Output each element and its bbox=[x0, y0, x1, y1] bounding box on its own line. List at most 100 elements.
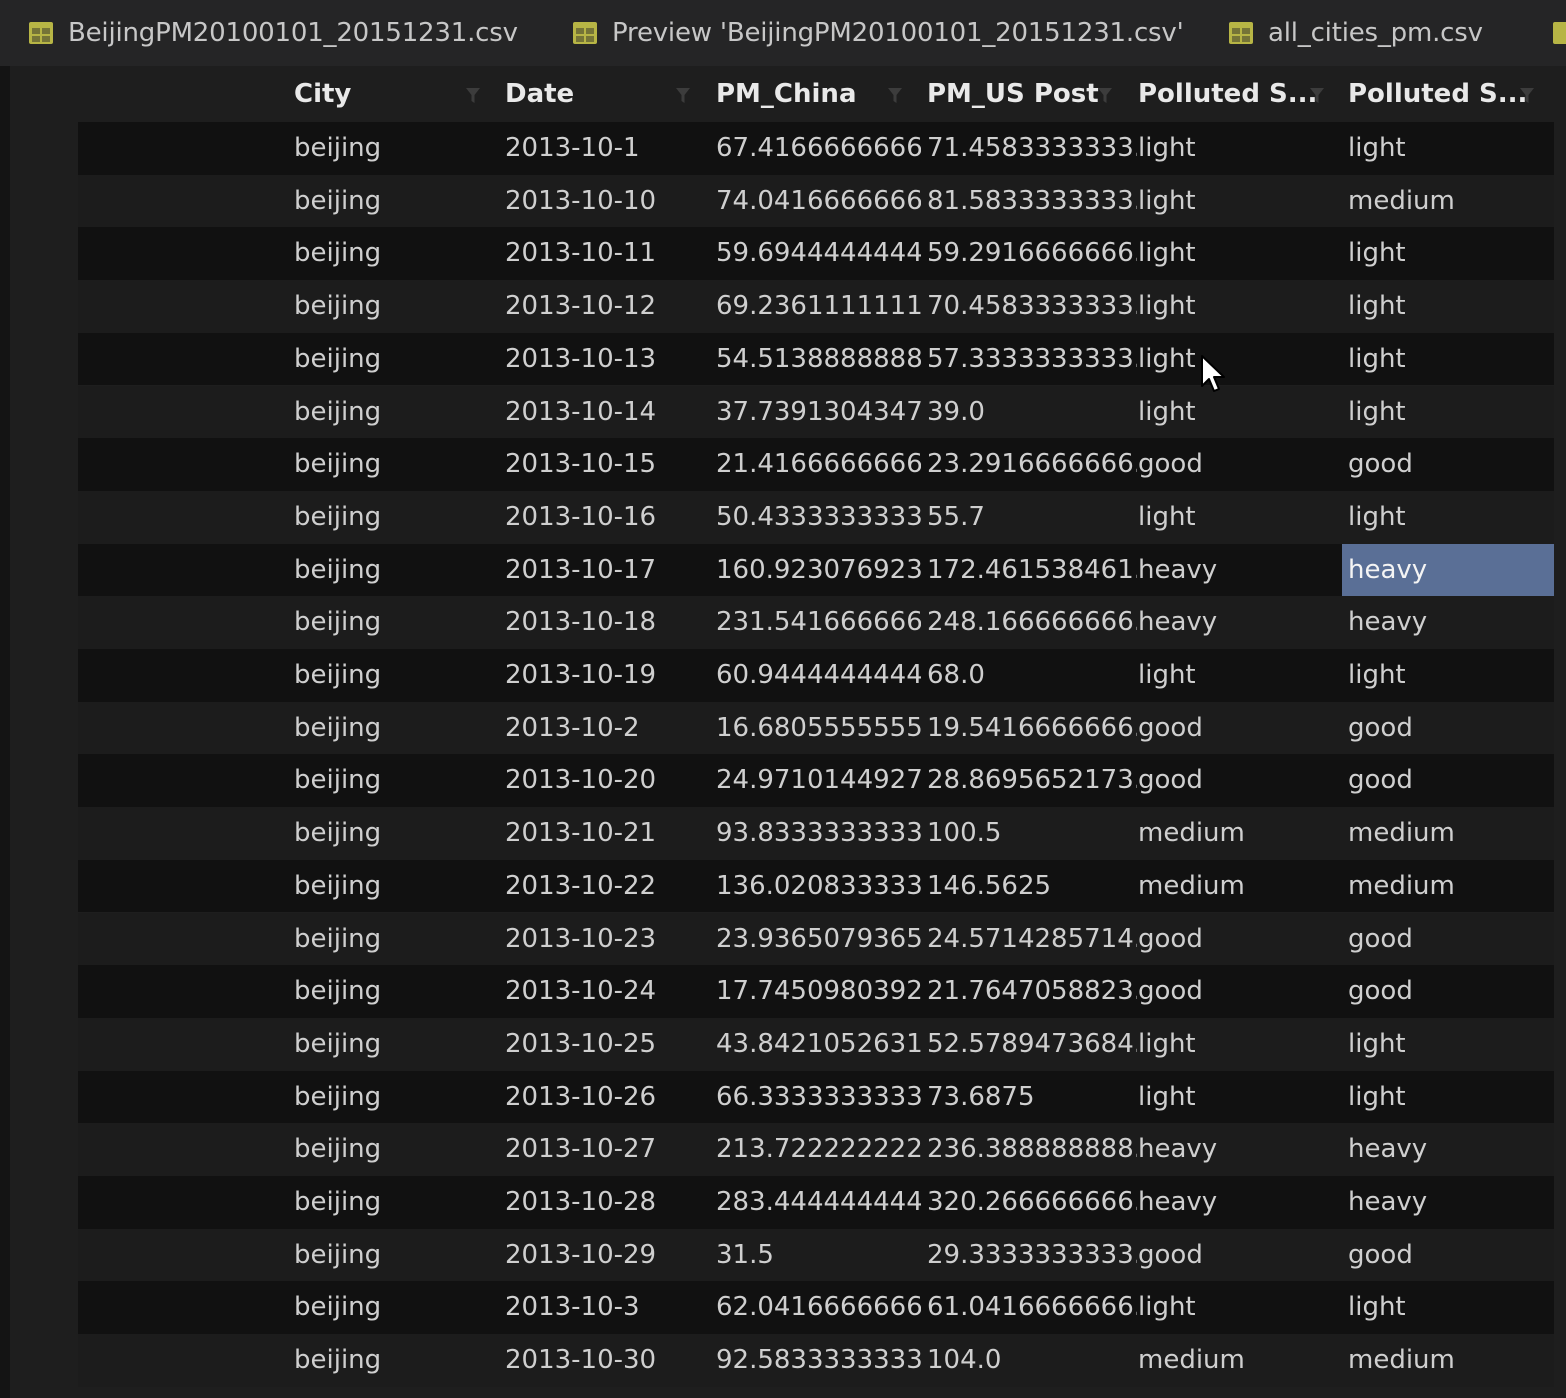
table-cell[interactable]: 2013-10-25 bbox=[505, 1018, 695, 1071]
table-cell[interactable]: 2013-10-2 bbox=[505, 702, 695, 755]
table-cell[interactable]: light bbox=[1348, 1018, 1554, 1071]
table-cell[interactable]: 2013-10-24 bbox=[505, 965, 695, 1018]
table-cell[interactable]: 67.4166666666... bbox=[716, 122, 921, 175]
filter-icon[interactable] bbox=[1520, 88, 1534, 104]
table-cell[interactable]: 24.9710144927... bbox=[716, 754, 921, 807]
table-cell[interactable]: heavy bbox=[1138, 1176, 1318, 1229]
table-cell[interactable]: beijing bbox=[294, 754, 484, 807]
table-cell[interactable]: 52.5789473684... bbox=[927, 1018, 1137, 1071]
table-cell[interactable]: beijing bbox=[294, 596, 484, 649]
table-cell[interactable]: beijing bbox=[294, 702, 484, 755]
table-row[interactable]: beijing2013-10-1437.7391304347...39.0lig… bbox=[78, 385, 1554, 439]
tab-all-cities-pm-csv[interactable]: all_cities_pm.csv bbox=[1228, 0, 1483, 66]
table-cell[interactable]: light bbox=[1138, 1281, 1318, 1334]
table-row[interactable]: beijing2013-10-1960.9444444444...68.0lig… bbox=[78, 649, 1554, 702]
table-cell[interactable]: beijing bbox=[294, 333, 484, 386]
table-cell[interactable]: good bbox=[1348, 965, 1554, 1018]
table-row[interactable]: beijing 2013-10-28 283.444444444...320.266… bbox=[78, 1176, 1554, 1229]
table-cell[interactable]: 39.0 bbox=[927, 386, 1137, 439]
table-cell[interactable]: beijing bbox=[294, 860, 484, 913]
table-cell[interactable]: 248.166666666... bbox=[927, 596, 1137, 649]
table-cell[interactable]: 23.2916666666... bbox=[927, 438, 1137, 491]
table-cell[interactable]: 236.388888888... bbox=[927, 1123, 1137, 1176]
table-cell[interactable]: 54.5138888888... bbox=[716, 333, 921, 386]
table-row[interactable]: beijing 2013-10-1 67.4166666666...71.45833… bbox=[78, 122, 1554, 175]
table-row[interactable]: beijing 2013-10-27 213.722222222...236.388… bbox=[78, 1123, 1554, 1176]
table-cell[interactable]: beijing bbox=[294, 1123, 484, 1176]
filter-icon[interactable] bbox=[1310, 88, 1324, 104]
table-cell[interactable]: medium bbox=[1138, 860, 1318, 913]
table-cell[interactable]: 2013-10-14 bbox=[505, 386, 695, 439]
tab-beijingpm-csv[interactable]: BeijingPM20100101_20151231.csv bbox=[28, 0, 518, 66]
table-cell[interactable]: 70.4583333333... bbox=[927, 280, 1137, 333]
filter-icon[interactable] bbox=[466, 88, 480, 104]
table-cell[interactable]: light bbox=[1138, 491, 1318, 544]
table-cell[interactable]: 21.4166666666... bbox=[716, 438, 921, 491]
table-cell[interactable]: 172.461538461... bbox=[927, 544, 1137, 597]
table-cell[interactable]: 320.266666666... bbox=[927, 1176, 1137, 1229]
table-cell[interactable]: beijing bbox=[294, 913, 484, 966]
table-cell[interactable]: good bbox=[1348, 1229, 1554, 1282]
table-cell[interactable]: 2013-10-18 bbox=[505, 596, 695, 649]
table-cell[interactable]: 2013-10-23 bbox=[505, 913, 695, 966]
table-row[interactable]: beijing 2013-10-15 21.4166666666...23.2916… bbox=[78, 438, 1554, 491]
table-cell[interactable]: light bbox=[1348, 333, 1554, 386]
table-cell[interactable]: light bbox=[1138, 1071, 1318, 1124]
table-cell[interactable]: light bbox=[1348, 122, 1554, 175]
tab-preview-beijingpm-csv[interactable]: Preview 'BeijingPM20100101_20151231.csv' bbox=[572, 0, 1184, 66]
table-cell[interactable]: 231.541666666... bbox=[716, 596, 921, 649]
table-cell[interactable]: beijing bbox=[294, 1018, 484, 1071]
table-row[interactable]: beijing 2013-10-11 59.6944444444...59.2916… bbox=[78, 227, 1554, 281]
table-cell[interactable]: 19.5416666666... bbox=[927, 702, 1137, 755]
table-cell[interactable]: light bbox=[1348, 491, 1554, 544]
table-cell[interactable]: 69.2361111111... bbox=[716, 280, 921, 333]
table-cell[interactable]: beijing bbox=[294, 1229, 484, 1282]
table-cell[interactable]: light bbox=[1138, 386, 1318, 439]
table-cell[interactable]: heavy bbox=[1138, 544, 1318, 597]
column-header[interactable]: City bbox=[294, 66, 484, 122]
table-cell[interactable]: medium bbox=[1348, 807, 1554, 860]
table-cell[interactable]: 2013-10-15 bbox=[505, 438, 695, 491]
table-cell[interactable]: light bbox=[1138, 227, 1318, 280]
table-cell[interactable]: light bbox=[1348, 1071, 1554, 1124]
table-cell[interactable]: 2013-10-27 bbox=[505, 1123, 695, 1176]
table-cell[interactable]: 136.020833333... bbox=[716, 860, 921, 913]
table-cell[interactable]: beijing bbox=[294, 280, 484, 333]
table-cell[interactable]: good bbox=[1348, 754, 1554, 807]
table-cell[interactable]: good bbox=[1138, 913, 1318, 966]
table-cell[interactable]: 43.8421052631... bbox=[716, 1018, 921, 1071]
table-row[interactable]: beijing 2013-10-29 31.5 29.3333333333... goo… bbox=[78, 1228, 1554, 1282]
table-cell[interactable]: 2013-10-21 bbox=[505, 807, 695, 860]
table-cell[interactable]: 2013-10-12 bbox=[505, 280, 695, 333]
table-cell[interactable]: 2013-10-10 bbox=[505, 175, 695, 228]
table-cell[interactable]: 2013-10-17 bbox=[505, 544, 695, 597]
table-row[interactable]: beijing 2013-10-3 62.0416666666...61.04166… bbox=[78, 1281, 1554, 1335]
column-header[interactable]: Polluted S... bbox=[1138, 66, 1318, 122]
table-row[interactable]: beijing 2013-10-22 136.020833333...146.562… bbox=[78, 859, 1554, 913]
table-cell[interactable]: 2013-10-1 bbox=[505, 122, 695, 175]
table-cell[interactable]: 68.0 bbox=[927, 649, 1137, 702]
filter-icon[interactable] bbox=[1098, 88, 1112, 104]
table-row[interactable]: beijing 2013-10-18 231.541666666...248.166… bbox=[78, 596, 1554, 649]
table-cell[interactable]: medium bbox=[1348, 175, 1554, 228]
table-cell[interactable]: good bbox=[1138, 965, 1318, 1018]
table-cell[interactable]: 16.6805555555... bbox=[716, 702, 921, 755]
table-cell[interactable]: 100.5 bbox=[927, 807, 1137, 860]
table-cell[interactable]: 81.5833333333... bbox=[927, 175, 1137, 228]
table-cell[interactable]: light bbox=[1138, 333, 1318, 386]
table-cell[interactable]: 59.2916666666... bbox=[927, 227, 1137, 280]
table-cell[interactable]: light bbox=[1138, 122, 1318, 175]
table-cell[interactable]: heavy bbox=[1348, 596, 1554, 649]
table-cell[interactable]: good bbox=[1348, 702, 1554, 755]
table-cell[interactable]: good bbox=[1138, 438, 1318, 491]
table-cell[interactable]: beijing bbox=[294, 649, 484, 702]
table-cell[interactable]: light bbox=[1348, 1281, 1554, 1334]
table-cell[interactable]: good bbox=[1348, 913, 1554, 966]
table-cell[interactable]: light bbox=[1348, 227, 1554, 280]
table-cell[interactable]: medium bbox=[1348, 860, 1554, 913]
table-cell[interactable]: beijing bbox=[294, 122, 484, 175]
table-row[interactable]: beijing2013-10-2193.8333333333...100.5me… bbox=[78, 807, 1554, 860]
table-cell[interactable]: 2013-10-28 bbox=[505, 1176, 695, 1229]
table-cell[interactable]: light bbox=[1138, 280, 1318, 333]
table-cell[interactable]: 55.7 bbox=[927, 491, 1137, 544]
